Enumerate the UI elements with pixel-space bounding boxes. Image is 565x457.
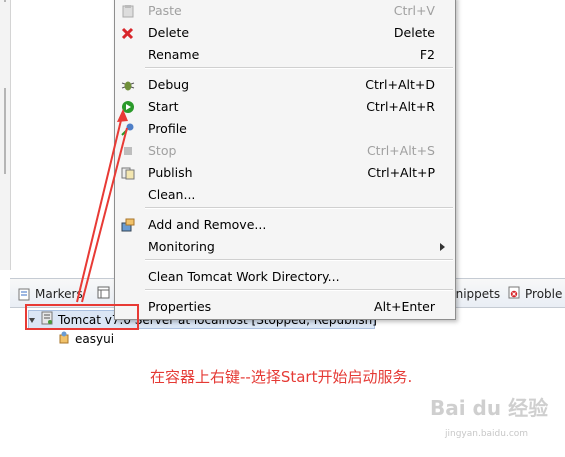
watermark-url: jingyan.baidu.com (445, 429, 529, 439)
arrow-line (81, 127, 128, 303)
annotation-text: 在容器上右键--选择Start开始启动服务. (150, 368, 413, 386)
annotation-arrows (76, 109, 128, 303)
arrow-line (76, 111, 124, 303)
arrow-head (117, 109, 128, 122)
watermark-logo: Bai du 经验 (430, 396, 549, 420)
